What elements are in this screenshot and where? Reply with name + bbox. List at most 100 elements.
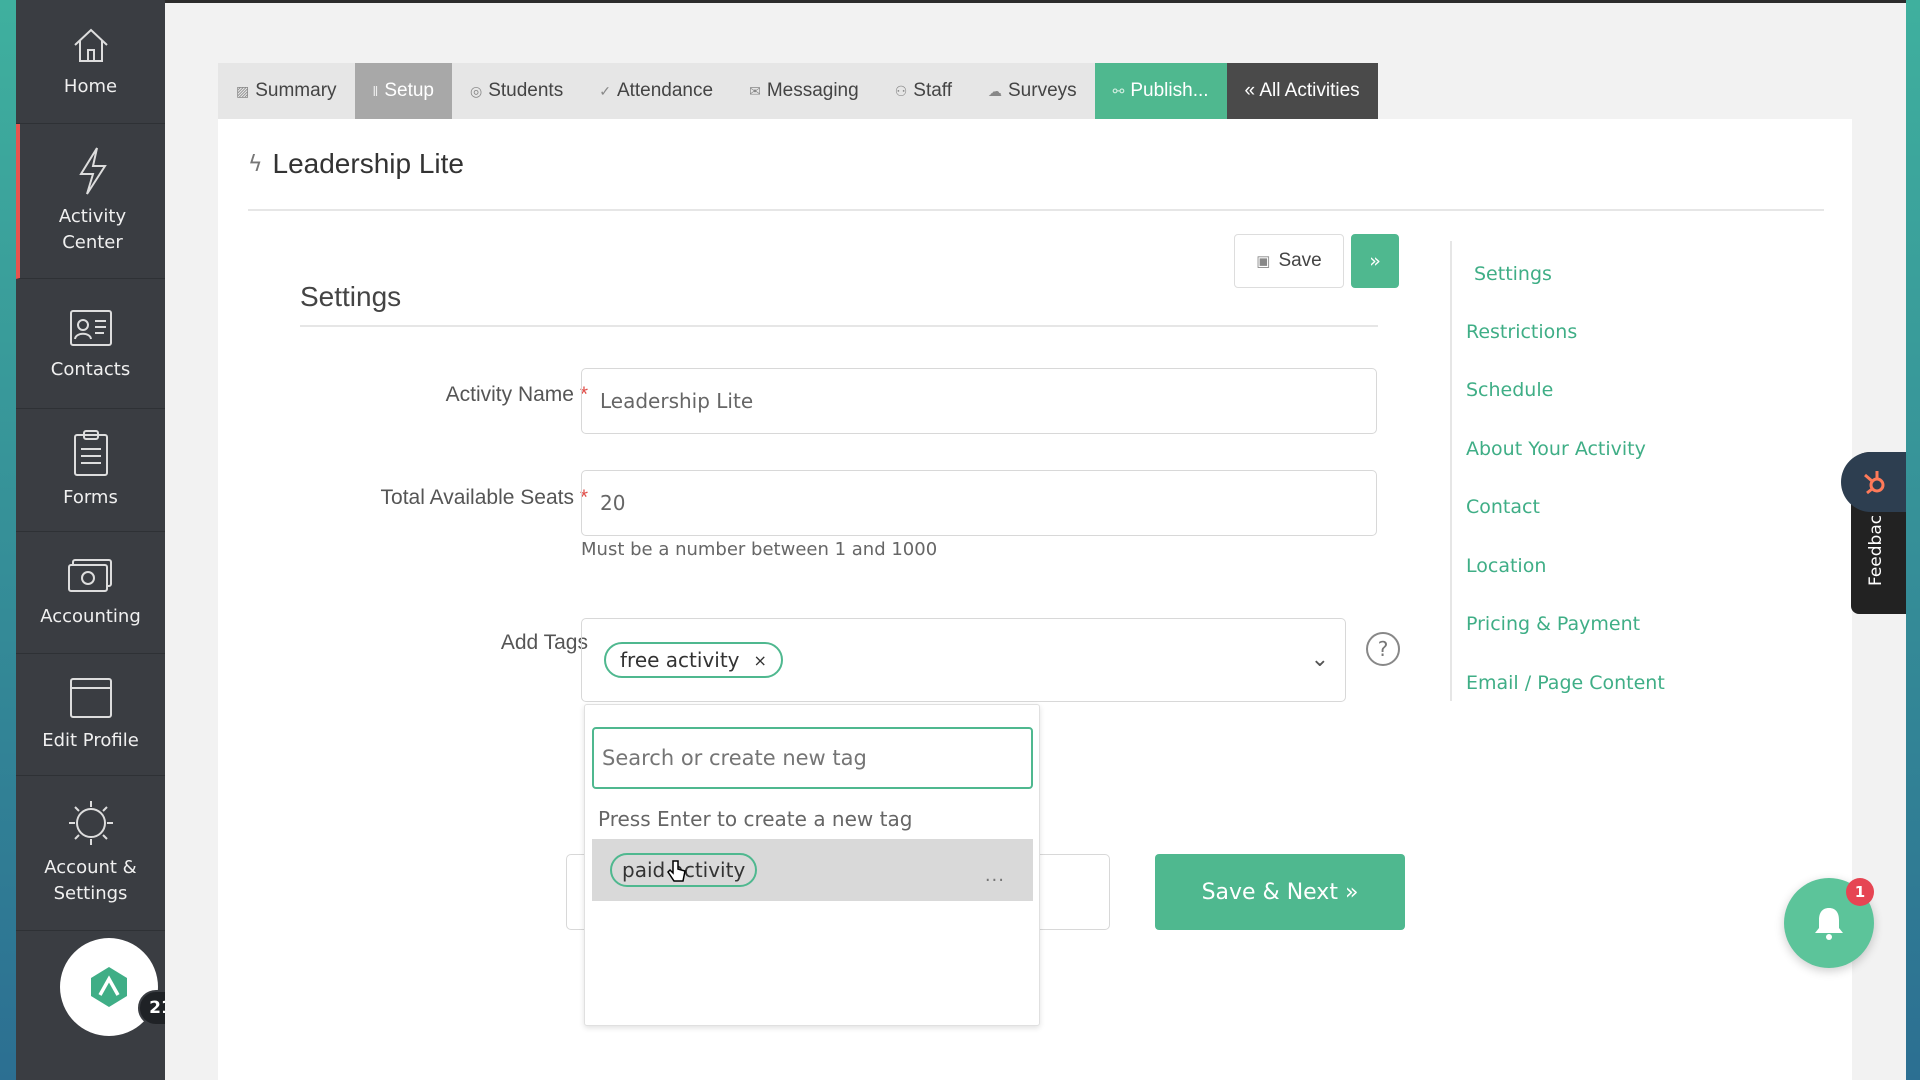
tab-publish[interactable]: ⚯ Publish... [1094, 63, 1227, 119]
section-link-about[interactable]: About Your Activity [1466, 438, 1646, 460]
activity-name-label: Activity Name * [446, 383, 588, 407]
sidebar-item-activity-center[interactable]: Activity Center [16, 124, 165, 279]
sidebar-item-forms[interactable]: Forms [16, 409, 165, 532]
seats-label-wrap: Total Available Seats * [268, 486, 588, 526]
tab-label: Summary [255, 80, 337, 101]
section-link-contact[interactable]: Contact [1466, 496, 1540, 518]
sidebar-item-edit-profile[interactable]: Edit Profile [16, 654, 165, 776]
seats-input[interactable]: 20 [581, 470, 1377, 536]
tab-messaging[interactable]: ✉ Messaging [731, 63, 877, 119]
gear-icon [68, 801, 113, 845]
activity-name-input[interactable]: Leadership Lite [581, 368, 1377, 434]
section-title: Settings [300, 281, 402, 312]
help-icon[interactable]: ? [1366, 632, 1400, 666]
next-section-button[interactable]: » [1351, 234, 1399, 288]
bolt-icon [78, 147, 107, 195]
tag-chip: free activity × [604, 642, 783, 678]
remove-tag-icon[interactable]: × [754, 651, 767, 670]
bolt-icon: ϟ [248, 151, 263, 177]
sidebar-item-label: Account & Settings [44, 857, 137, 904]
window-frame-left [0, 0, 16, 1080]
window-frame-right [1906, 0, 1920, 1080]
money-icon [67, 558, 112, 592]
sidebar-item-label: Contacts [50, 358, 131, 380]
tags-label: Add Tags [500, 631, 588, 654]
tags-label-wrap: Add Tags [268, 631, 588, 671]
cloud-icon: ☁ [988, 82, 1002, 99]
seats-help-text: Must be a number between 1 and 1000 [581, 539, 938, 560]
sidebar-item-account-settings[interactable]: Account & Settings [16, 776, 165, 931]
sidebar-item-label: Forms [63, 487, 118, 508]
contacts-card-icon [69, 309, 112, 346]
tab-summary[interactable]: ▨ Summary [218, 63, 355, 119]
label-text: Total Available Seats [380, 486, 574, 509]
feedback-label: Feedbac [1866, 514, 1886, 586]
chevron-down-icon[interactable]: ⌄ [1311, 647, 1329, 672]
notification-badge: 1 [1846, 878, 1874, 906]
settings-content: ϟ Leadership Lite Settings ▣ Save » Acti… [218, 119, 1852, 1080]
sidebar-item-label: Edit Profile [42, 729, 139, 751]
section-link-restrictions[interactable]: Restrictions [1466, 321, 1577, 343]
tab-students[interactable]: ◎ Students [451, 63, 582, 119]
section-link-settings[interactable]: Settings [1474, 263, 1552, 285]
tab-label: « All Activities [1244, 80, 1360, 101]
page-title-row: ϟ Leadership Lite [248, 119, 1824, 211]
all-activities-link[interactable]: « All Activities [1226, 63, 1378, 119]
create-tag-hint: Press Enter to create a new tag [598, 807, 913, 831]
tab-label: Attendance [616, 80, 714, 101]
tab-setup[interactable]: ǁ Setup [354, 63, 452, 119]
globe-icon: ◎ [469, 82, 483, 99]
envelope-icon: ✉ [749, 82, 761, 99]
settings-header: Settings [300, 259, 1378, 327]
sidebar-item-home[interactable]: Home [16, 0, 165, 124]
sidebar-item-label: Accounting [40, 605, 141, 627]
chart-icon: ▨ [236, 82, 250, 99]
sidebar: Home Activity Center Contacts Forms Acco… [16, 0, 165, 1080]
sidebar-item-contacts[interactable]: Contacts [16, 279, 165, 409]
page-title: Leadership Lite [272, 148, 464, 179]
sliders-icon: ǁ [372, 83, 379, 99]
tab-label: Staff [913, 80, 952, 101]
browser-window-icon [69, 677, 112, 718]
section-link-email-content[interactable]: Email / Page Content [1466, 672, 1665, 694]
sidebar-item-label: Activity Center [58, 206, 127, 253]
activity-tabs: ▨ Summary ǁ Setup ◎ Students ✓ Attendance ✉ M… [218, 63, 1378, 119]
tag-option[interactable]: paid activity ... [592, 839, 1033, 901]
tab-label: Setup [384, 80, 434, 101]
section-link-pricing[interactable]: Pricing & Payment [1466, 613, 1640, 635]
sidebar-item-label: Home [63, 75, 118, 97]
tag-search-input[interactable] [592, 727, 1033, 789]
sidebar-item-accounting[interactable]: Accounting [16, 532, 165, 654]
section-link-schedule[interactable]: Schedule [1466, 379, 1553, 401]
tab-surveys[interactable]: ☁ Surveys [970, 63, 1095, 119]
tab-label: Surveys [1008, 80, 1077, 101]
more-options-icon[interactable]: ... [985, 865, 1005, 886]
tab-label: Messaging [766, 80, 859, 101]
users-icon: ⚇ [894, 82, 908, 99]
floppy-disk-icon: ▣ [1256, 253, 1271, 270]
settings-section-nav: Settings Restrictions Schedule About You… [1450, 241, 1710, 701]
section-link-location[interactable]: Location [1466, 555, 1546, 577]
tab-staff[interactable]: ⚇ Staff [876, 63, 970, 119]
check-icon: ✓ [599, 82, 611, 99]
tag-chip-label: free activity [620, 648, 740, 672]
hand-cursor-icon [667, 860, 686, 882]
tab-label: Publish... [1130, 80, 1209, 101]
clipboard-icon [73, 430, 108, 476]
logo-icon [91, 967, 127, 1007]
tags-select[interactable]: free activity × ⌄ [581, 618, 1346, 702]
tab-attendance[interactable]: ✓ Attendance [581, 63, 732, 119]
activity-name-label-wrap: Activity Name * [268, 383, 588, 423]
hubspot-icon [1863, 471, 1884, 495]
seats-label: Total Available Seats * [381, 486, 588, 510]
link-icon: ⚯ [1112, 82, 1125, 99]
tag-dropdown: Press Enter to create a new tag paid act… [584, 704, 1040, 1026]
app-launcher[interactable]: 21 [60, 938, 184, 1038]
tab-label: Students [488, 80, 564, 101]
save-and-next-button[interactable]: Save & Next » [1155, 854, 1405, 930]
hubspot-button[interactable] [1841, 452, 1906, 512]
label-text: Activity Name [445, 383, 574, 406]
bell-icon [1815, 908, 1843, 940]
home-icon [73, 28, 108, 62]
save-button[interactable]: ▣ Save [1234, 234, 1344, 288]
